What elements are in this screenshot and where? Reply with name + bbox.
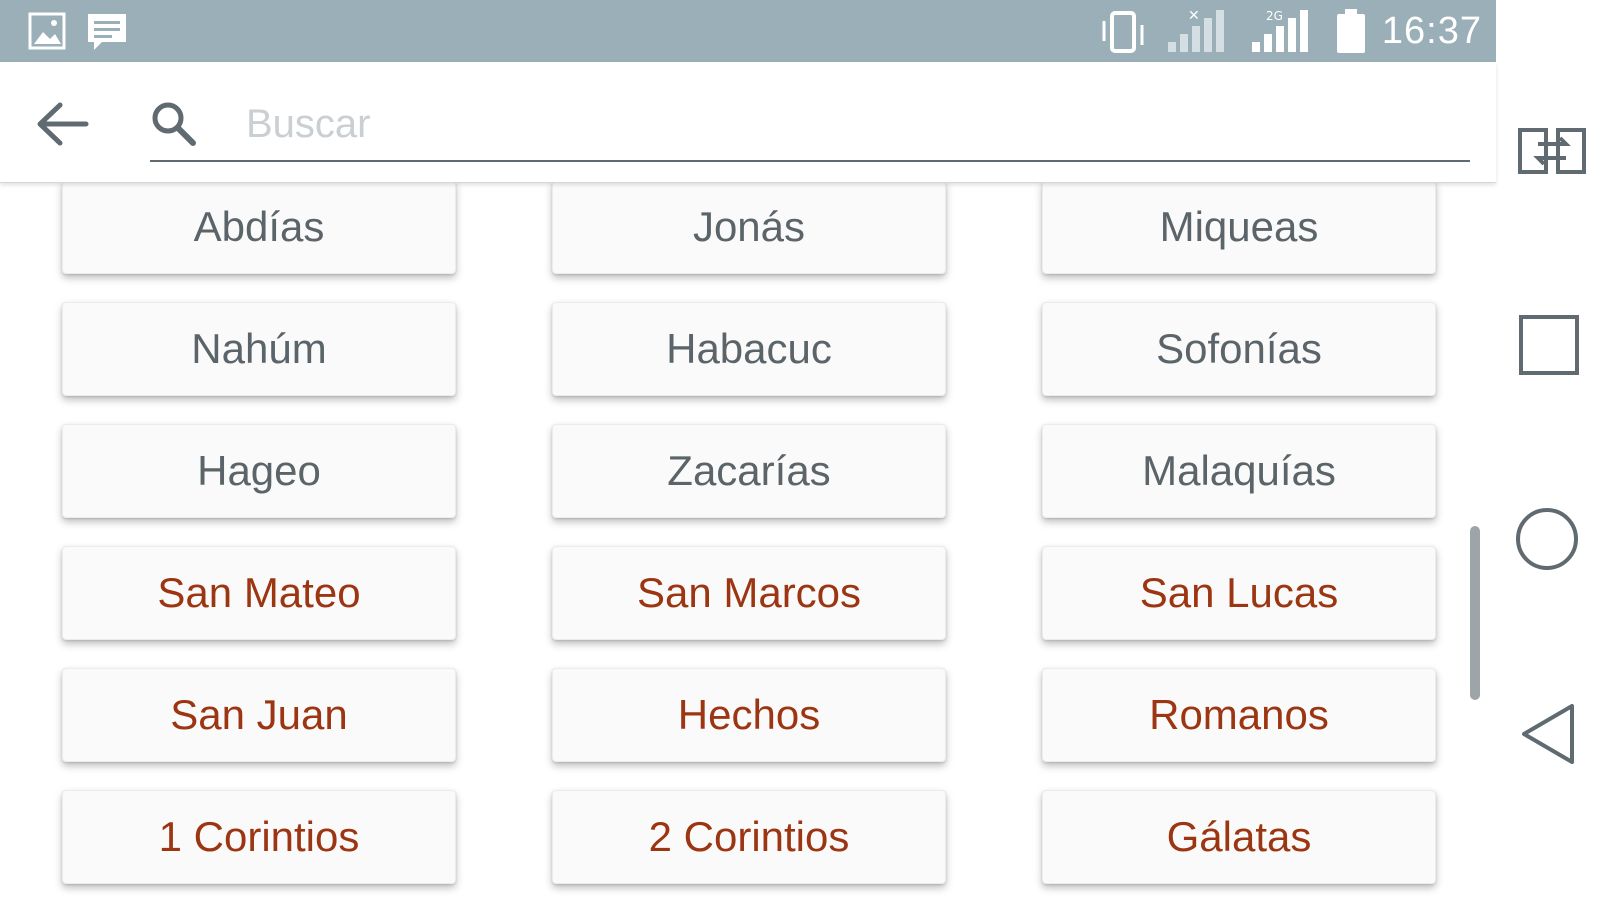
svg-text:2G: 2G <box>1266 9 1283 23</box>
book-button[interactable]: Malaquías <box>1042 424 1436 518</box>
home-circle-icon[interactable] <box>1514 506 1580 577</box>
svg-text:✕: ✕ <box>1188 8 1200 24</box>
back-arrow-icon[interactable] <box>34 99 94 151</box>
search-bar <box>0 62 1496 183</box>
book-button[interactable]: Hageo <box>62 424 456 518</box>
book-button[interactable]: Sofonías <box>1042 302 1436 396</box>
book-button[interactable]: San Mateo <box>62 546 456 640</box>
book-button[interactable]: Miqueas <box>1042 182 1436 274</box>
signal-no-service-icon: ✕ <box>1162 6 1232 56</box>
search-icon <box>150 100 198 153</box>
book-button[interactable]: 1 Corintios <box>62 790 456 884</box>
book-button[interactable]: Hechos <box>552 668 946 762</box>
book-grid-area: Abdías Jonás Miqueas Nahúm Habacuc Sofon… <box>0 182 1496 900</box>
book-grid: Abdías Jonás Miqueas Nahúm Habacuc Sofon… <box>62 182 1436 884</box>
navigation-bar <box>1496 0 1600 900</box>
book-button[interactable]: Zacarías <box>552 424 946 518</box>
book-button[interactable]: Jonás <box>552 182 946 274</box>
back-triangle-icon[interactable] <box>1518 702 1576 771</box>
signal-2g-icon: 2G <box>1246 6 1320 56</box>
book-button[interactable]: Habacuc <box>552 302 946 396</box>
book-button[interactable]: 2 Corintios <box>552 790 946 884</box>
book-button[interactable]: Abdías <box>62 182 456 274</box>
book-button[interactable]: San Juan <box>62 668 456 762</box>
book-button[interactable]: Gálatas <box>1042 790 1436 884</box>
status-bar: ✕ 2G 16:37 <box>0 0 1496 62</box>
book-button[interactable]: San Marcos <box>552 546 946 640</box>
book-button[interactable]: Nahúm <box>62 302 456 396</box>
search-field[interactable] <box>150 86 1470 162</box>
screen-switch-icon[interactable] <box>1516 124 1588 183</box>
status-time: 16:37 <box>1381 9 1482 52</box>
search-input[interactable] <box>244 98 1448 150</box>
book-button[interactable]: San Lucas <box>1042 546 1436 640</box>
book-button[interactable]: Romanos <box>1042 668 1436 762</box>
scrollbar-thumb[interactable] <box>1470 526 1480 700</box>
message-icon <box>86 12 128 52</box>
recents-square-icon[interactable] <box>1518 314 1580 381</box>
image-icon <box>28 12 66 52</box>
battery-icon <box>1334 7 1368 55</box>
vibrate-icon <box>1100 7 1148 55</box>
